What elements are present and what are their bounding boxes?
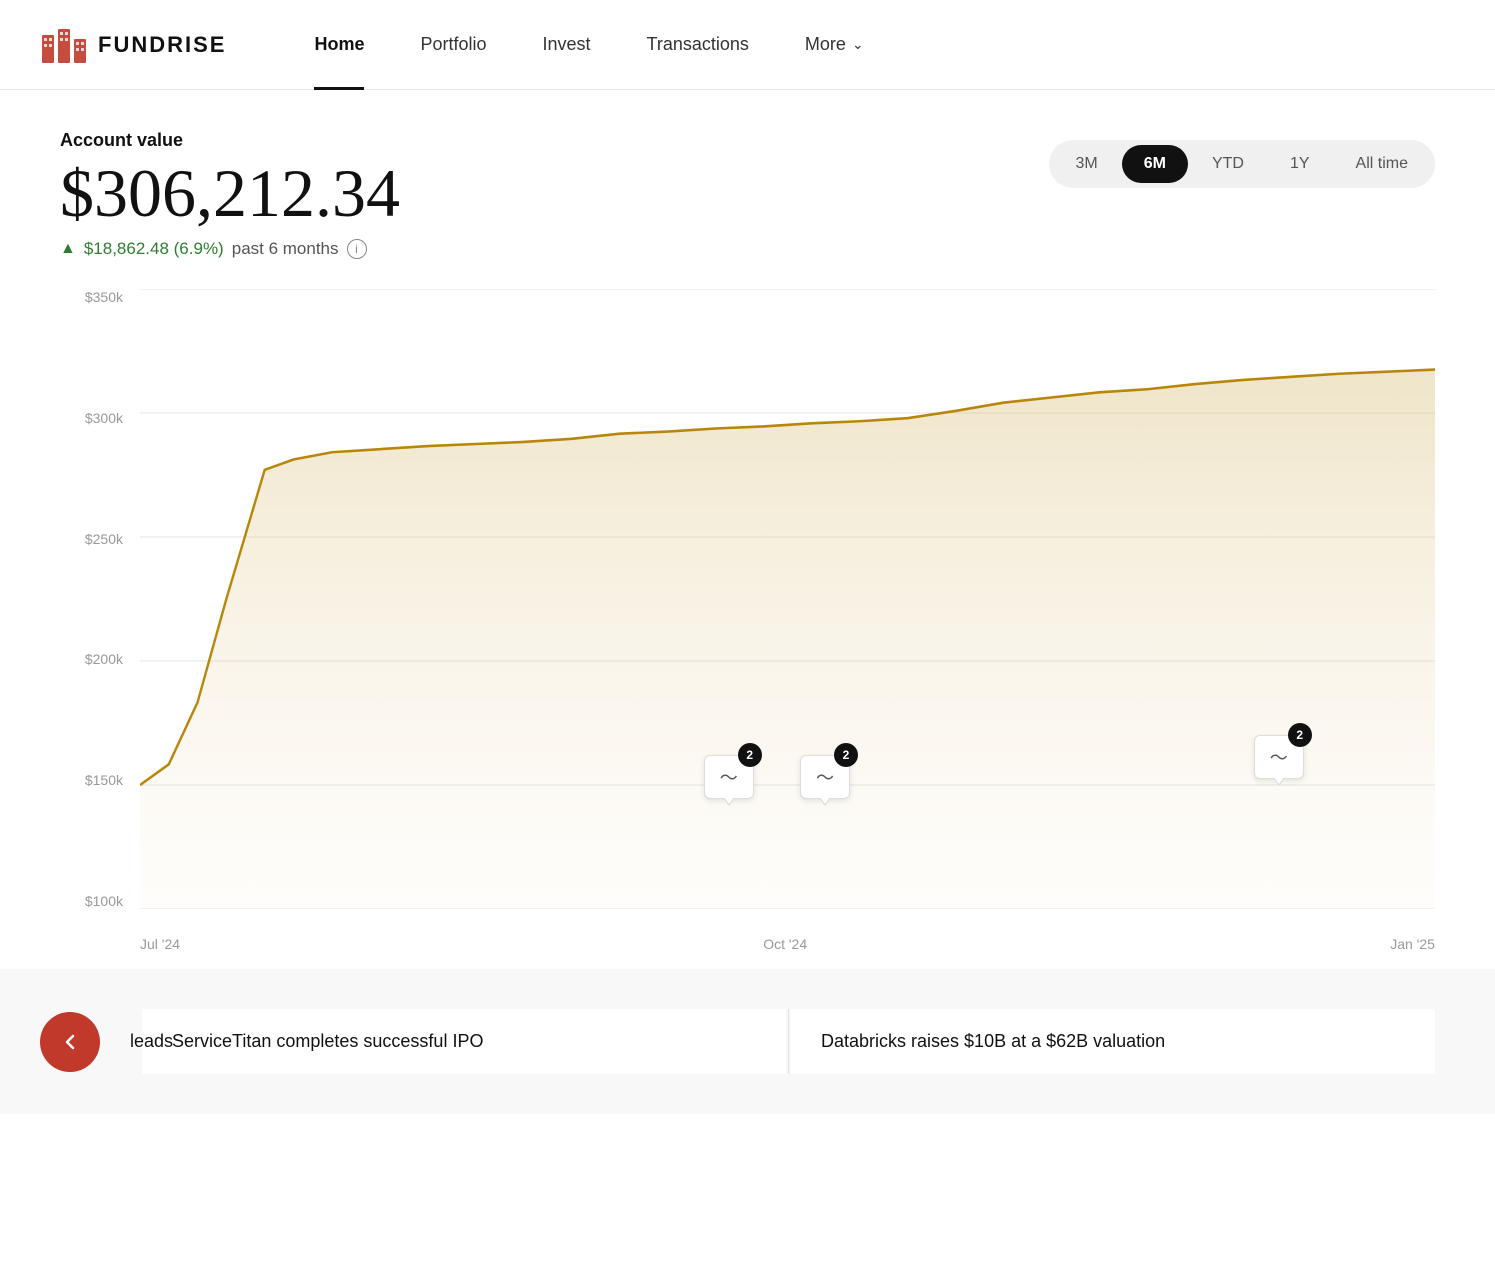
navbar: FUNDRISE Home Portfolio Invest Transacti…: [0, 0, 1495, 90]
chart-trend-icon: 〜: [720, 764, 738, 790]
news-divider: [788, 1009, 789, 1074]
up-arrow-icon: ▲: [60, 240, 76, 258]
time-btn-alltime[interactable]: All time: [1334, 145, 1430, 183]
account-value-label: Account value: [60, 130, 400, 151]
change-period: past 6 months: [232, 239, 339, 259]
chart-container: $350k $300k $250k $200k $150k $100k: [60, 289, 1435, 969]
news-title-2: Databricks raises $10B at a $62B valuati…: [821, 1029, 1405, 1054]
fundrise-logo-icon: [40, 25, 88, 65]
y-label-200k: $200k: [60, 651, 135, 667]
account-value-chart: [140, 289, 1435, 909]
news-partial-text: leads: [130, 1031, 173, 1052]
nav-invest[interactable]: Invest: [515, 0, 619, 90]
y-label-350k: $350k: [60, 289, 135, 305]
account-value-section: Account value $306,212.34 ▲ $18,862.48 (…: [60, 130, 400, 259]
account-header: Account value $306,212.34 ▲ $18,862.48 (…: [60, 130, 1435, 259]
news-item-1[interactable]: ServiceTitan completes successful IPO: [142, 1009, 786, 1074]
nav-more[interactable]: More ⌄: [777, 0, 892, 90]
info-icon[interactable]: i: [347, 239, 367, 259]
chevron-down-icon: ⌄: [852, 36, 864, 53]
account-change: ▲ $18,862.48 (6.9%) past 6 months i: [60, 239, 400, 259]
time-range-selector: 3M 6M YTD 1Y All time: [1049, 140, 1436, 188]
chart-trend-icon-3: 〜: [1270, 744, 1288, 770]
nav-links: Home Portfolio Invest Transactions More …: [286, 0, 1455, 90]
chart-trend-icon-2: 〜: [816, 764, 834, 790]
x-label-oct24: Oct '24: [763, 936, 807, 952]
x-label-jan25: Jan '25: [1390, 936, 1435, 952]
event-marker-1[interactable]: 〜 2: [704, 755, 754, 799]
time-btn-1y[interactable]: 1Y: [1268, 145, 1332, 183]
x-label-jul24: Jul '24: [140, 936, 180, 952]
news-title-1: ServiceTitan completes successful IPO: [172, 1029, 756, 1054]
time-btn-6m[interactable]: 6M: [1122, 145, 1188, 183]
time-btn-ytd[interactable]: YTD: [1190, 145, 1266, 183]
chevron-left-icon: [60, 1032, 80, 1052]
logo-text: FUNDRISE: [98, 32, 226, 58]
chart-y-labels: $350k $300k $250k $200k $150k $100k: [60, 289, 135, 909]
y-label-250k: $250k: [60, 531, 135, 547]
news-left-nav: leads: [60, 1009, 140, 1074]
y-label-300k: $300k: [60, 410, 135, 426]
nav-home[interactable]: Home: [286, 0, 392, 90]
event-badge-1: 2: [738, 743, 762, 767]
nav-portfolio[interactable]: Portfolio: [392, 0, 514, 90]
nav-transactions[interactable]: Transactions: [619, 0, 777, 90]
news-item-2[interactable]: Databricks raises $10B at a $62B valuati…: [791, 1009, 1435, 1074]
change-amount: $18,862.48 (6.9%): [84, 239, 224, 259]
account-value-amount: $306,212.34: [60, 159, 400, 227]
logo-area[interactable]: FUNDRISE: [40, 25, 226, 65]
news-section: leads ServiceTitan completes successful …: [0, 969, 1495, 1114]
main-content: Account value $306,212.34 ▲ $18,862.48 (…: [0, 90, 1495, 969]
event-marker-3[interactable]: 〜 2: [1254, 735, 1304, 779]
event-marker-2[interactable]: 〜 2: [800, 755, 850, 799]
y-label-100k: $100k: [60, 893, 135, 909]
chart-x-labels: Jul '24 Oct '24 Jan '25: [140, 919, 1435, 969]
time-btn-3m[interactable]: 3M: [1054, 145, 1120, 183]
y-label-150k: $150k: [60, 772, 135, 788]
event-badge-3: 2: [1288, 723, 1312, 747]
event-badge-2: 2: [834, 743, 858, 767]
news-prev-button[interactable]: [40, 1012, 100, 1072]
